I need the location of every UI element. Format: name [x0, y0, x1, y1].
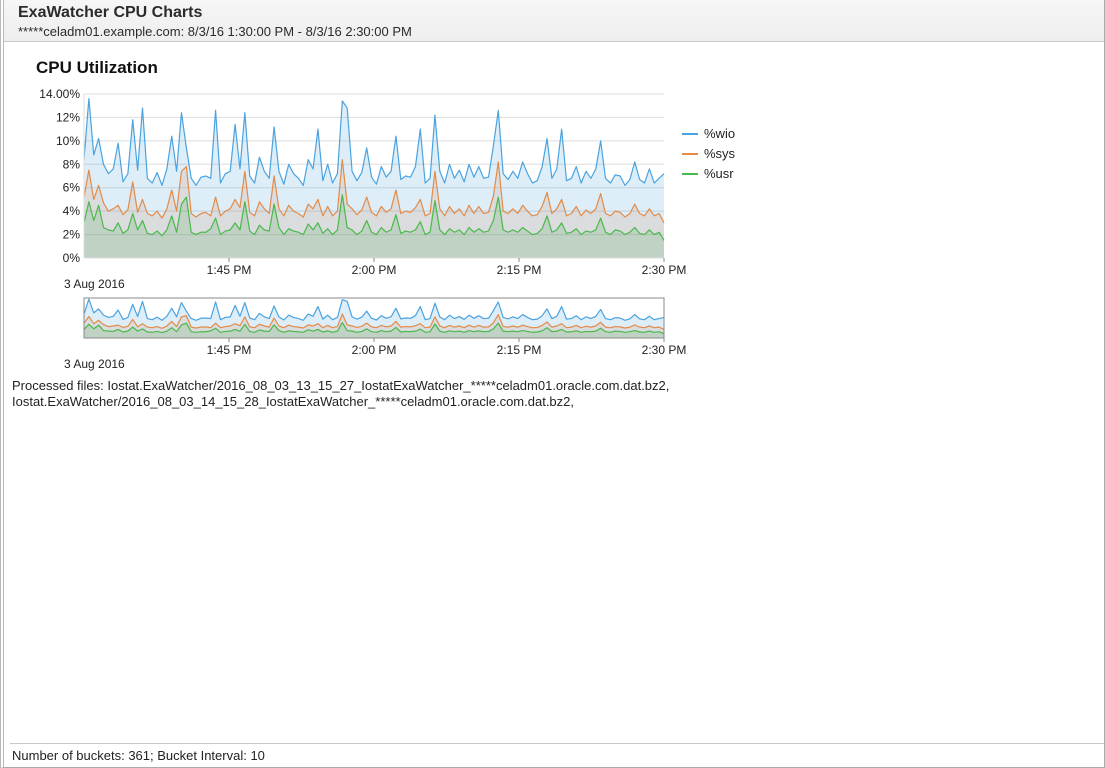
- svg-text:14.00%: 14.00%: [39, 87, 80, 101]
- svg-text:3 Aug 2016: 3 Aug 2016: [64, 277, 125, 291]
- svg-text:2:00 PM: 2:00 PM: [352, 343, 397, 357]
- svg-text:4%: 4%: [63, 204, 81, 218]
- svg-text:12%: 12%: [56, 110, 80, 124]
- svg-text:1:45 PM: 1:45 PM: [207, 263, 252, 277]
- overview-chart-svg[interactable]: 1:45 PM 2:00 PM 2:15 PM 2:30 PM 3 Aug 2016: [24, 294, 764, 374]
- legend-usr: %usr: [704, 166, 734, 181]
- page-title: ExaWatcher CPU Charts: [18, 4, 1098, 22]
- svg-text:0%: 0%: [63, 251, 81, 265]
- svg-text:2:15 PM: 2:15 PM: [497, 343, 542, 357]
- legend-sys: %sys: [704, 146, 736, 161]
- main-chart-svg[interactable]: 0% 2% 4% 6% 8% 10% 12% 14.00% 1:45 PM 2:00 PM 2:15…: [24, 84, 764, 294]
- svg-text:10%: 10%: [56, 134, 80, 148]
- page-subtitle: *****celadm01.example.com: 8/3/16 1:30:0…: [18, 24, 1098, 39]
- svg-text:1:45 PM: 1:45 PM: [207, 343, 252, 357]
- chart-title: CPU Utilization: [36, 58, 1104, 78]
- svg-text:2%: 2%: [63, 228, 81, 242]
- header: ExaWatcher CPU Charts *****celadm01.exam…: [4, 0, 1104, 42]
- svg-text:6%: 6%: [63, 181, 81, 195]
- cpu-utilization-chart: 0% 2% 4% 6% 8% 10% 12% 14.00% 1:45 PM 2:00 PM 2:15…: [24, 84, 764, 374]
- svg-text:2:30 PM: 2:30 PM: [642, 263, 687, 277]
- svg-text:2:30 PM: 2:30 PM: [642, 343, 687, 357]
- status-bar: Number of buckets: 361; Bucket Interval:…: [10, 743, 1104, 767]
- svg-text:3 Aug 2016: 3 Aug 2016: [64, 357, 125, 371]
- svg-text:2:15 PM: 2:15 PM: [497, 263, 542, 277]
- svg-text:8%: 8%: [63, 157, 81, 171]
- legend-wio: %wio: [704, 126, 735, 141]
- svg-text:2:00 PM: 2:00 PM: [352, 263, 397, 277]
- processed-files: Processed files: Iostat.ExaWatcher/2016_…: [12, 378, 712, 411]
